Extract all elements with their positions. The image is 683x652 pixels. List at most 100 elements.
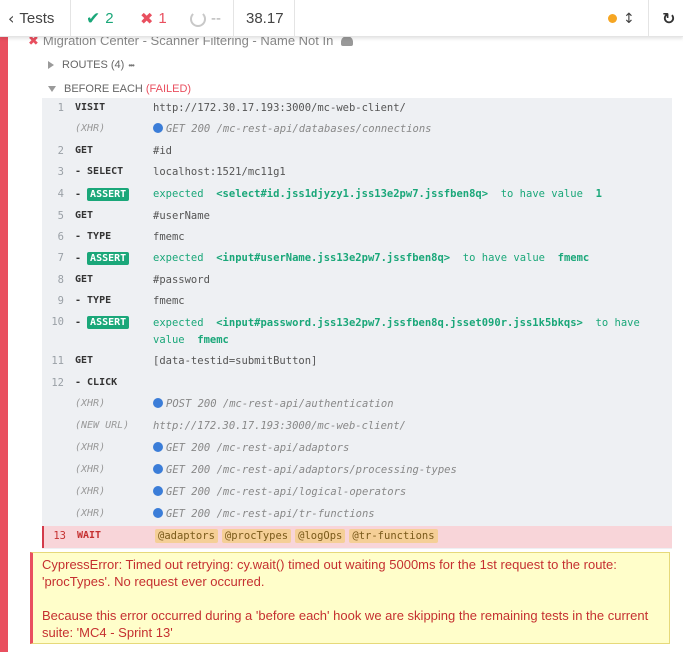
status-dot-icon <box>608 14 617 23</box>
error-line: CypressError: Timed out retrying: cy.wai… <box>42 557 617 589</box>
assert-subject: <select#id.jss1djyzy1.jss13e2pw7.jssfben… <box>216 188 489 200</box>
command-row[interactable]: (XHR) GET 200 /mc-rest-api/adaptors <box>42 438 672 459</box>
xhr-dot-icon <box>153 442 163 452</box>
user-icon <box>340 36 353 46</box>
command-name: - SELECT <box>75 166 124 177</box>
error-message[interactable]: CypressError: Timed out retrying: cy.wai… <box>30 552 670 644</box>
command-number: 12 <box>51 377 64 389</box>
assert-prefix: - <box>75 189 88 200</box>
command-row[interactable]: (NEW URL) http://172.30.17.193:3000/mc-w… <box>42 416 672 437</box>
command-message: fmemc <box>153 295 185 307</box>
assert-predicate: to have value <box>500 188 583 200</box>
command-row[interactable]: 4 - ASSERT expected <select#id.jss1djyzy… <box>42 184 672 205</box>
command-row[interactable]: (XHR) GET 200 /mc-rest-api/tr-functions <box>42 504 672 525</box>
alias-badge: @tr-functions <box>349 529 438 543</box>
chevron-left-icon: ‹ <box>8 9 15 28</box>
command-message: GET 200 /mc-rest-api/tr-functions <box>153 508 375 520</box>
alias-badge: @logOps <box>295 529 346 543</box>
command-number: 1 <box>57 102 64 114</box>
command-message: [data-testid=submitButton] <box>153 355 318 367</box>
command-row[interactable]: 9 - TYPE fmemc <box>42 291 672 312</box>
command-number: 4 <box>57 188 64 200</box>
pending-circle-icon <box>190 10 206 27</box>
command-name: (XHR) <box>75 508 106 519</box>
command-name: VISIT <box>75 102 106 113</box>
command-row[interactable]: 12 - CLICK <box>42 373 672 394</box>
command-row[interactable]: 5 GET #userName <box>42 206 672 227</box>
scroll-toggle-icon: ↕ <box>623 10 635 27</box>
command-message: POST 200 /mc-rest-api/authentication <box>153 398 394 410</box>
command-row[interactable]: (XHR) GET 200 /mc-rest-api/databases/con… <box>42 119 672 140</box>
hook-label: BEFORE EACH <box>64 83 143 95</box>
command-message: #id <box>153 145 172 157</box>
command-message: GET 200 /mc-rest-api/databases/connectio… <box>153 123 432 135</box>
duration: 38.17 <box>246 0 284 37</box>
command-message: fmemc <box>153 231 185 243</box>
command-name: - ASSERT <box>75 316 130 329</box>
before-each-hook[interactable]: BEFORE EACH (FAILED) <box>48 82 191 96</box>
command-name: - CLICK <box>75 377 118 388</box>
command-row[interactable]: (XHR) GET 200 /mc-rest-api/logical-opera… <box>42 482 672 503</box>
back-to-tests-link[interactable]: ‹ Tests <box>8 0 54 37</box>
cypress-runner: ‹ Tests ✔ 2 ✖ 1 -- 38.17 ↕ ↻ ✖ Migration… <box>0 0 683 652</box>
xhr-text: GET 200 /mc-rest-api/logical-operators <box>166 486 407 498</box>
command-row[interactable]: 1 VISIT http://172.30.17.193:3000/mc-web… <box>42 98 672 119</box>
command-row[interactable]: 8 GET #password <box>42 270 672 291</box>
error-line: Because this error occurred during a 'be… <box>42 608 649 640</box>
command-name: (XHR) <box>75 442 106 453</box>
command-name: (XHR) <box>75 398 106 409</box>
assert-value: 1 <box>595 188 602 200</box>
command-message: GET 200 /mc-rest-api/adaptors/processing… <box>153 464 457 476</box>
command-row[interactable]: 11 GET [data-testid=submitButton] <box>42 351 672 372</box>
command-message: http://172.30.17.193:3000/mc-web-client/ <box>153 420 406 432</box>
command-row[interactable]: 2 GET #id <box>42 141 672 162</box>
command-row[interactable]: 10 - ASSERT expected <input#password.jss… <box>42 312 672 354</box>
command-name: GET <box>75 145 94 156</box>
pending-stat: -- <box>190 0 221 37</box>
command-row[interactable]: 6 - TYPE fmemc <box>42 227 672 248</box>
failed-command-row[interactable]: 13 WAIT @adaptors @procTypes @logOps @tr-fu… <box>42 526 672 548</box>
command-row[interactable]: 3 - SELECT localhost:1521/mc11g1 <box>42 162 672 183</box>
command-number: 11 <box>51 355 64 367</box>
command-message: #userName <box>153 210 210 222</box>
assert-prefix: - <box>75 253 88 264</box>
command-name: - TYPE <box>75 231 112 242</box>
assert-subject: <input#userName.jss13e2pw7.jssfben8q> <box>216 252 451 264</box>
assert-badge: ASSERT <box>87 188 130 201</box>
assert-predicate: to have value <box>462 252 545 264</box>
command-message: GET 200 /mc-rest-api/adaptors <box>153 442 349 454</box>
alias-badge: @procTypes <box>221 529 292 543</box>
triangle-down-icon <box>48 86 56 92</box>
command-name: - ASSERT <box>75 188 130 201</box>
pending-count: -- <box>211 10 221 27</box>
auto-scroll-toggle[interactable]: ↕ <box>608 0 635 37</box>
xhr-text: GET 200 /mc-rest-api/databases/connectio… <box>166 123 432 135</box>
xhr-text: POST 200 /mc-rest-api/authentication <box>166 398 394 410</box>
command-number: 9 <box>57 295 64 307</box>
reload-icon: ↻ <box>662 9 676 28</box>
failed-count: 1 <box>158 10 167 27</box>
command-name: (XHR) <box>75 123 106 134</box>
command-name: - TYPE <box>75 295 112 306</box>
command-row[interactable]: 7 - ASSERT expected <input#userName.jss1… <box>42 248 672 269</box>
triangle-right-icon <box>48 61 54 69</box>
back-label: Tests <box>19 10 55 27</box>
command-row[interactable]: (XHR) POST 200 /mc-rest-api/authenticati… <box>42 394 672 415</box>
xhr-dot-icon <box>153 398 163 408</box>
xhr-dot-icon <box>153 464 163 474</box>
passed-stat: ✔ 2 <box>86 0 114 37</box>
reporter-header: ‹ Tests ✔ 2 ✖ 1 -- 38.17 ↕ ↻ <box>0 0 683 37</box>
check-icon: ✔ <box>86 8 101 29</box>
routes-toggle[interactable]: ROUTES (4) ••• <box>48 58 135 72</box>
assert-badge: ASSERT <box>87 252 130 265</box>
command-name: (XHR) <box>75 464 106 475</box>
ellipsis-icon: ••• <box>128 60 134 70</box>
reload-button[interactable]: ↻ <box>662 0 675 37</box>
command-message: @adaptors @procTypes @logOps @tr-functions <box>155 529 442 543</box>
hook-status: (FAILED) <box>145 83 192 95</box>
assert-expected: expected <box>153 252 204 264</box>
xhr-text: GET 200 /mc-rest-api/adaptors/processing… <box>166 464 457 476</box>
command-row[interactable]: (XHR) GET 200 /mc-rest-api/adaptors/proc… <box>42 460 672 481</box>
command-number: 10 <box>51 316 64 328</box>
failed-stat: ✖ 1 <box>140 0 167 37</box>
